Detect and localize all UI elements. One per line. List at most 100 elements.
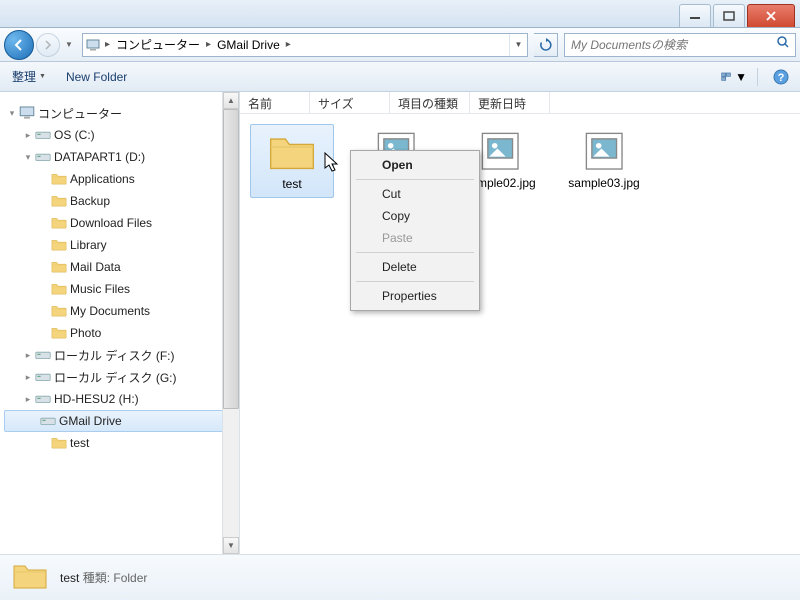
nav-history-dropdown[interactable]: ▼ bbox=[62, 40, 76, 49]
address-bar[interactable]: ▸ コンピューター ▸ GMail Drive ▸ ▼ bbox=[82, 33, 528, 57]
forward-button[interactable] bbox=[36, 33, 60, 57]
tree-label: OS (C:) bbox=[52, 128, 95, 142]
tree-item[interactable]: Download Files bbox=[0, 212, 239, 234]
tree-toggle[interactable]: ▸ bbox=[22, 350, 34, 361]
tree-toggle[interactable]: ▸ bbox=[22, 130, 34, 141]
tree-item[interactable]: ▸ OS (C:) bbox=[0, 124, 239, 146]
tree-label: コンピューター bbox=[36, 105, 122, 122]
menu-item[interactable]: Delete bbox=[354, 256, 476, 278]
minimize-button[interactable] bbox=[679, 4, 711, 27]
details-pane: test 種類: Folder bbox=[0, 554, 800, 600]
folder-icon bbox=[50, 194, 68, 208]
folder-icon bbox=[50, 260, 68, 274]
menu-separator bbox=[356, 252, 474, 253]
folder-icon bbox=[50, 172, 68, 186]
menu-item[interactable]: Properties bbox=[354, 285, 476, 307]
tree-item[interactable]: Applications bbox=[0, 168, 239, 190]
context-menu: Open CutCopyPaste Delete Properties bbox=[350, 150, 480, 311]
back-button[interactable] bbox=[4, 30, 34, 60]
items-view[interactable]: testsample01.jpgsample02.jpgsample03.jpg bbox=[240, 114, 800, 554]
tree-label: Mail Data bbox=[68, 260, 121, 274]
new-folder-button[interactable]: New Folder bbox=[60, 67, 133, 87]
tree-label: ローカル ディスク (G:) bbox=[52, 369, 177, 386]
svg-text:?: ? bbox=[778, 72, 785, 84]
menu-separator bbox=[356, 179, 474, 180]
navigation-bar: ▼ ▸ コンピューター ▸ GMail Drive ▸ ▼ bbox=[0, 28, 800, 62]
column-size[interactable]: サイズ bbox=[310, 92, 390, 113]
file-item[interactable]: test bbox=[250, 124, 334, 198]
image-icon bbox=[476, 130, 524, 172]
column-modified[interactable]: 更新日時 bbox=[470, 92, 550, 113]
folder-icon bbox=[268, 131, 316, 173]
search-input[interactable] bbox=[565, 38, 771, 52]
column-type[interactable]: 項目の種類 bbox=[390, 92, 470, 113]
tree-item[interactable]: ▸ ローカル ディスク (F:) bbox=[0, 344, 239, 366]
menu-item[interactable]: Open bbox=[354, 154, 476, 176]
tree-label: Backup bbox=[68, 194, 110, 208]
tree-label: test bbox=[68, 436, 89, 450]
drive-icon bbox=[34, 129, 52, 140]
close-button[interactable] bbox=[747, 4, 795, 27]
breadcrumb-segment[interactable]: GMail Drive bbox=[213, 34, 284, 56]
tree-item[interactable]: Photo bbox=[0, 322, 239, 344]
content-pane: 名前 サイズ 項目の種類 更新日時 testsample01.jpgsample… bbox=[240, 92, 800, 554]
search-box[interactable] bbox=[564, 33, 796, 57]
tree-label: GMail Drive bbox=[57, 414, 122, 428]
tree-item[interactable]: test bbox=[0, 432, 239, 454]
menu-item[interactable]: Copy bbox=[354, 205, 476, 227]
toolbar: 整理▼ New Folder ▼ ? bbox=[0, 62, 800, 92]
folder-icon bbox=[50, 436, 68, 450]
details-type-label: 種類: bbox=[83, 571, 110, 585]
tree-item[interactable]: Backup bbox=[0, 190, 239, 212]
organize-button[interactable]: 整理▼ bbox=[6, 65, 52, 88]
breadcrumb-segment[interactable]: コンピューター bbox=[112, 34, 204, 56]
tree-label: DATAPART1 (D:) bbox=[52, 150, 145, 164]
drive-icon bbox=[34, 151, 52, 162]
tree-item[interactable]: Music Files bbox=[0, 278, 239, 300]
file-label: sample03.jpg bbox=[568, 176, 639, 190]
maximize-button[interactable] bbox=[713, 4, 745, 27]
folder-icon bbox=[50, 326, 68, 340]
computer-icon bbox=[83, 39, 103, 51]
address-dropdown[interactable]: ▼ bbox=[509, 34, 527, 56]
help-button[interactable]: ? bbox=[768, 66, 794, 88]
menu-separator bbox=[356, 281, 474, 282]
sidebar-scrollbar[interactable]: ▲▼ bbox=[222, 92, 239, 554]
folder-icon bbox=[50, 304, 68, 318]
details-name: test bbox=[60, 571, 79, 585]
tree-item[interactable]: My Documents bbox=[0, 300, 239, 322]
tree-toggle[interactable]: ▾ bbox=[6, 108, 18, 119]
file-item[interactable]: sample03.jpg bbox=[562, 124, 646, 196]
search-icon[interactable] bbox=[771, 35, 795, 54]
refresh-button[interactable] bbox=[534, 33, 558, 57]
tree-item[interactable]: GMail Drive bbox=[4, 410, 235, 432]
computer-icon bbox=[18, 106, 36, 120]
file-label: test bbox=[282, 177, 301, 191]
tree-toggle[interactable]: ▾ bbox=[22, 152, 34, 163]
breadcrumb-arrow: ▸ bbox=[103, 39, 112, 50]
column-name[interactable]: 名前 bbox=[240, 92, 310, 113]
tree-toggle[interactable]: ▸ bbox=[22, 394, 34, 405]
tree-item[interactable]: Mail Data bbox=[0, 256, 239, 278]
menu-item: Paste bbox=[354, 227, 476, 249]
tree-label: ローカル ディスク (F:) bbox=[52, 347, 175, 364]
details-type-value: Folder bbox=[113, 571, 147, 585]
view-button[interactable]: ▼ bbox=[721, 66, 747, 88]
folder-icon bbox=[50, 282, 68, 296]
drive-icon bbox=[34, 393, 52, 404]
tree-item[interactable]: ▸ HD-HESU2 (H:) bbox=[0, 388, 239, 410]
tree-toggle[interactable]: ▸ bbox=[22, 372, 34, 383]
breadcrumb-arrow: ▸ bbox=[284, 39, 293, 50]
tree-label: Music Files bbox=[68, 282, 130, 296]
menu-item[interactable]: Cut bbox=[354, 183, 476, 205]
tree-item[interactable]: ▾ コンピューター bbox=[0, 102, 239, 124]
tree-item[interactable]: ▾ DATAPART1 (D:) bbox=[0, 146, 239, 168]
tree-label: My Documents bbox=[68, 304, 150, 318]
tree-label: HD-HESU2 (H:) bbox=[52, 392, 139, 406]
image-icon bbox=[580, 130, 628, 172]
navigation-pane: ▾コンピューター▸OS (C:)▾DATAPART1 (D:)Applicati… bbox=[0, 92, 240, 554]
folder-icon bbox=[50, 238, 68, 252]
column-headers[interactable]: 名前 サイズ 項目の種類 更新日時 bbox=[240, 92, 800, 114]
tree-item[interactable]: Library bbox=[0, 234, 239, 256]
tree-item[interactable]: ▸ ローカル ディスク (G:) bbox=[0, 366, 239, 388]
